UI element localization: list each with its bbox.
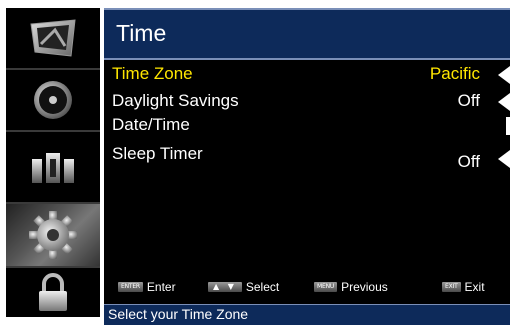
legend-select-label: Select: [245, 280, 280, 294]
tv-antenna-icon: [32, 153, 74, 183]
submenu-marker-icon[interactable]: [506, 117, 510, 135]
menu-item-value: Pacific: [429, 64, 480, 83]
sidebar-item-audio[interactable]: [6, 70, 100, 132]
left-arrow-icon[interactable]: [498, 150, 510, 168]
menu-item-daylight-savings[interactable]: Daylight Savings Off: [104, 91, 510, 115]
help-text: Select your Time Zone: [108, 306, 249, 322]
menu-item-label: Time Zone: [112, 64, 193, 83]
legend-enter: ENTER Enter: [118, 280, 176, 294]
menu-item-label: Date/Time: [112, 115, 190, 134]
left-arrow-icon[interactable]: [498, 93, 510, 111]
menu-item-sleep-timer[interactable]: Sleep Timer Off: [104, 144, 510, 171]
exit-key-icon: EXIT: [442, 282, 461, 292]
audio-icon: [34, 81, 72, 119]
key-legend: ENTER Enter ▲ ▼ Select MENU Previous EXI…: [104, 280, 510, 300]
left-arrow-icon[interactable]: [498, 66, 510, 84]
lock-icon: [39, 272, 67, 311]
legend-exit: EXIT Exit: [442, 280, 485, 294]
setup-gear-icon: [29, 211, 77, 259]
enter-key-icon: ENTER: [118, 282, 143, 292]
sidebar-item-lock[interactable]: [6, 268, 100, 317]
tv-osd-screen: Time Time Zone Pacific Daylight Savings …: [0, 0, 510, 325]
sidebar-item-setup[interactable]: [6, 204, 100, 268]
picture-icon: [30, 19, 76, 57]
menu-key-icon: MENU: [314, 282, 338, 292]
legend-menu-label: Previous: [341, 280, 388, 294]
legend-select: ▲ ▼ Select: [208, 280, 279, 294]
menu-item-label: Sleep Timer: [112, 144, 203, 163]
menu-panel: Time Time Zone Pacific Daylight Savings …: [104, 8, 510, 325]
up-down-arrow-icon: ▲ ▼: [208, 282, 242, 292]
help-bar: Select your Time Zone: [104, 304, 510, 325]
category-sidebar: [6, 8, 100, 317]
sidebar-item-picture[interactable]: [6, 8, 100, 70]
legend-menu: MENU Previous: [314, 280, 388, 294]
menu-item-label: Daylight Savings: [112, 91, 239, 110]
menu-item-value: Off: [457, 91, 480, 110]
menu-item-value: Off: [457, 152, 480, 171]
legend-enter-label: Enter: [146, 280, 176, 294]
sidebar-item-tv[interactable]: [6, 132, 100, 204]
menu-item-date-time[interactable]: Date/Time: [104, 115, 510, 139]
page-title: Time: [116, 20, 167, 46]
menu-item-time-zone[interactable]: Time Zone Pacific: [104, 64, 510, 88]
legend-exit-label: Exit: [464, 280, 485, 294]
title-bar: Time: [104, 8, 510, 60]
